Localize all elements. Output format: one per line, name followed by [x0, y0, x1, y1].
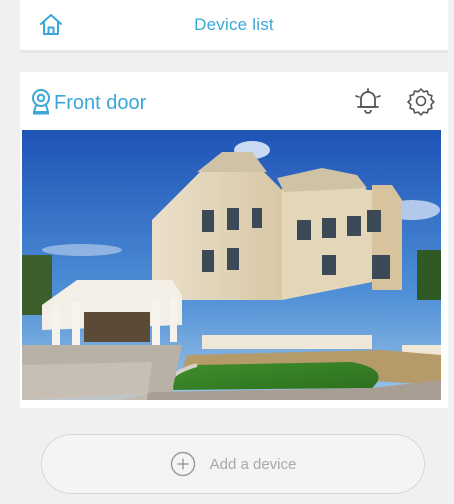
header-divider [20, 50, 448, 53]
device-name[interactable]: Front door [54, 92, 146, 115]
bell-icon [355, 88, 381, 114]
add-device-label: Add a device [209, 455, 297, 473]
camera-pin-icon [32, 89, 50, 115]
house-photo [22, 130, 441, 400]
page-title: Device list [194, 15, 274, 34]
device-snapshot[interactable] [22, 130, 441, 400]
device-card-header: Front door [20, 72, 448, 130]
alarm-button[interactable] [354, 86, 382, 116]
gear-icon [407, 88, 435, 116]
settings-button[interactable] [406, 86, 436, 116]
home-icon [40, 14, 62, 35]
top-bar: Device list [20, 0, 448, 50]
add-device-button[interactable]: Add a device [41, 434, 425, 494]
home-button[interactable] [36, 10, 66, 40]
plus-circle-icon [170, 451, 195, 477]
device-card[interactable]: Front door [20, 72, 448, 408]
